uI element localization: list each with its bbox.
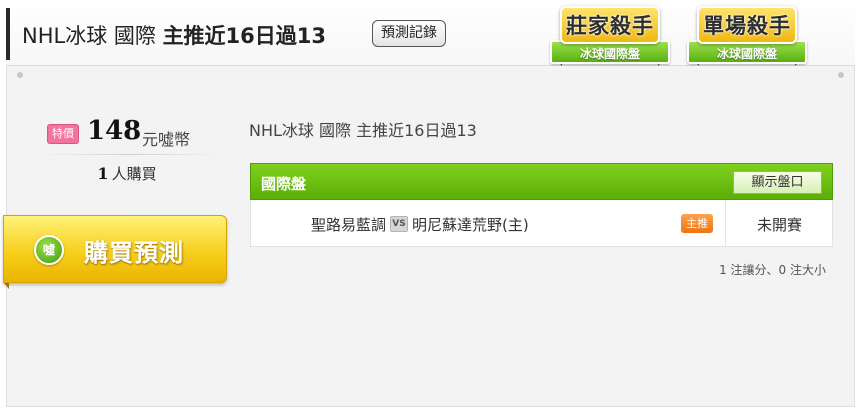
game-status: 未開賽 — [756, 216, 802, 234]
buy-prediction-button[interactable]: 噓 購買預測 — [3, 215, 227, 289]
content-panel: 特價 148 元噓幣 1 人購買 噓 購買預測 NHL冰球 國際 主推近16日過1… — [3, 66, 855, 407]
away-team: 聖路易藍調 — [311, 216, 387, 234]
market-label: 國際盤 — [261, 175, 307, 193]
page-title: NHL冰球 國際 主推近16日過13 — [22, 20, 326, 50]
header-accent-bar — [6, 8, 10, 60]
page-header: NHL冰球 國際 主推近16日過13 預測記錄 莊家殺手 冰球國際盤 單場殺手 … — [6, 0, 855, 66]
coin-icon: 噓 — [34, 235, 64, 265]
badge-title: 單場殺手 — [703, 14, 791, 38]
price-row: 特價 148 元噓幣 — [47, 116, 227, 149]
prediction-record-button[interactable]: 預測記錄 — [372, 20, 446, 47]
table-header: 國際盤 顯示盤口 — [250, 163, 833, 200]
pin-icon — [838, 72, 844, 78]
prediction-subtitle: NHL冰球 國際 主推近16日過13 — [249, 121, 477, 140]
badge-subtitle: 冰球國際盤 — [579, 47, 640, 61]
show-odds-button[interactable]: 顯示盤口 — [733, 171, 822, 194]
main-pick-tag: 主推 — [681, 214, 713, 233]
pin-icon — [17, 72, 23, 78]
sale-tag: 特價 — [47, 124, 79, 144]
home-team: 明尼蘇達荒野(主) — [412, 216, 529, 234]
buyers-count: 1 人購買 — [47, 163, 207, 184]
buy-prediction-label: 購買預測 — [84, 239, 184, 267]
price-divider — [41, 154, 221, 155]
matchup: 聖路易藍調 VS 明尼蘇達荒野(主) — [311, 214, 529, 235]
vs-icon: VS — [390, 216, 409, 232]
buyers-label: 人購買 — [111, 165, 157, 183]
prediction-table: 國際盤 顯示盤口 聖路易藍調 VS 明尼蘇達荒野(主) 主推 未開賽 — [250, 163, 833, 247]
bet-summary: 1 注讓分、0 注大小 — [719, 263, 826, 277]
badge-subtitle: 冰球國際盤 — [716, 47, 777, 61]
price-amount: 148 — [87, 116, 142, 146]
table-row: 聖路易藍調 VS 明尼蘇達荒野(主) 主推 未開賽 — [250, 200, 833, 247]
badge-title: 莊家殺手 — [566, 14, 654, 38]
price-unit: 元噓幣 — [142, 130, 191, 149]
page-title-record: 主推近16日過13 — [162, 24, 327, 48]
buyers-number: 1 — [97, 164, 109, 183]
page-title-category: NHL冰球 國際 — [22, 24, 163, 48]
